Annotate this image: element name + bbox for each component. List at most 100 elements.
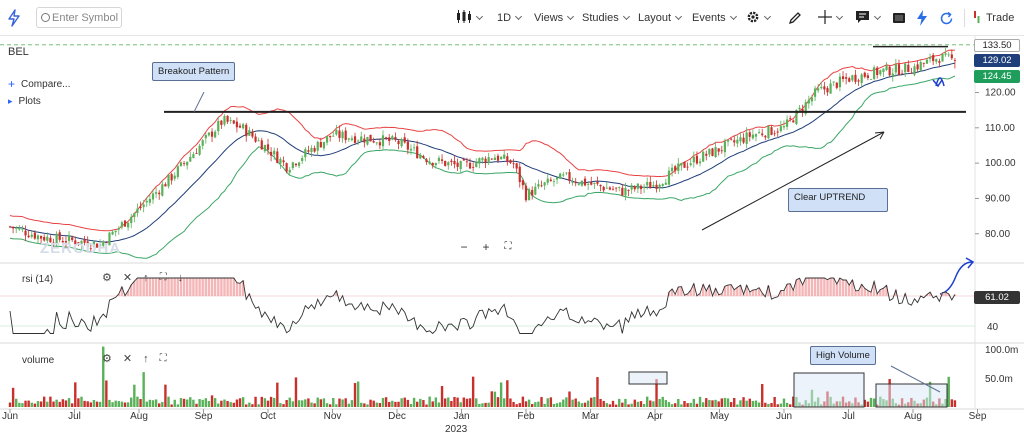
events-menu[interactable]: Events: [692, 0, 737, 36]
volume-bar: [232, 402, 235, 407]
maximize-icon[interactable]: ⛶: [160, 353, 167, 364]
candle-body: [242, 124, 245, 129]
candle-body: [621, 187, 624, 196]
volume-bar: [391, 400, 394, 407]
candle-body: [770, 127, 773, 135]
candle-body: [58, 232, 61, 240]
arrow-up-icon[interactable]: ↑: [143, 353, 149, 365]
candle-body: [30, 234, 33, 237]
chevron-down-icon: [763, 12, 772, 21]
volume-bar: [167, 396, 170, 407]
candle-body: [493, 157, 496, 161]
volume-bar: [145, 401, 148, 407]
volume-bar: [677, 398, 680, 407]
candle-body: [630, 185, 633, 190]
volume-bar: [394, 401, 397, 407]
volume-bar: [540, 397, 543, 407]
candle-body: [742, 137, 745, 143]
volume-bar: [8, 402, 12, 407]
x-tick-label: Sep: [969, 411, 987, 422]
layout-menu[interactable]: Layout: [638, 0, 683, 36]
zoom-out-button[interactable]: −: [456, 240, 472, 254]
candle-body: [223, 116, 226, 125]
crosshair-dropdown[interactable]: [818, 0, 844, 36]
volume-bar: [344, 398, 347, 407]
candle-body: [761, 133, 764, 136]
screenshot-icon[interactable]: [889, 8, 909, 28]
volume-bar: [624, 398, 627, 407]
studies-menu[interactable]: Studies: [582, 0, 630, 36]
trade-button[interactable]: Trade: [972, 0, 1014, 36]
toolbar: 1D Views Studies Layout Events Trade: [0, 0, 1024, 36]
high-price-tag: 133.50: [974, 39, 1020, 52]
volume-bar: [195, 403, 198, 407]
volume-bar: [136, 396, 139, 407]
candle-body: [139, 206, 142, 208]
volume-bar: [363, 403, 366, 407]
symbol-search[interactable]: [36, 7, 122, 28]
volume-bar: [366, 404, 369, 407]
candle-body: [204, 135, 207, 139]
lightning-logo-icon[interactable]: [4, 8, 24, 28]
gear-icon[interactable]: ⚙: [102, 271, 112, 284]
volume-bar: [192, 399, 195, 407]
search-input[interactable]: [52, 11, 118, 24]
candle-body: [835, 82, 838, 88]
arrow-down-icon[interactable]: ↓: [178, 272, 184, 284]
candle-body: [447, 162, 450, 166]
candle-body: [459, 161, 462, 170]
draw-pen-icon[interactable]: [785, 8, 805, 28]
refresh-icon[interactable]: [936, 8, 956, 28]
candle-body: [723, 141, 727, 153]
volume-bar: [512, 401, 515, 407]
interval-dropdown[interactable]: 1D: [497, 0, 523, 36]
candle-body: [154, 192, 158, 194]
views-menu[interactable]: Views: [534, 0, 575, 36]
x-tick-label: Oct: [260, 411, 276, 422]
candle-body: [214, 131, 217, 138]
candle-body: [313, 147, 316, 152]
candle-body: [866, 75, 869, 79]
candle-body: [692, 156, 695, 163]
candle-body: [941, 53, 944, 62]
comment-icon: [855, 10, 870, 27]
volume-bar: [238, 398, 242, 407]
candle-body: [238, 125, 242, 128]
uptrend-callout[interactable]: Clear UPTREND: [788, 188, 888, 212]
studies-label: Studies: [582, 12, 619, 24]
candle-body: [363, 138, 366, 143]
volume-highlight-box: [793, 372, 865, 408]
candle-body: [36, 235, 40, 240]
volume-bar: [80, 396, 83, 407]
comment-dropdown[interactable]: [855, 0, 882, 36]
close-icon[interactable]: ✕: [123, 271, 132, 284]
compare-link[interactable]: + Compare...: [8, 77, 70, 91]
candle-body: [192, 154, 195, 159]
breakout-callout[interactable]: Breakout Pattern: [152, 62, 236, 81]
candle-body: [276, 151, 279, 163]
close-icon[interactable]: ✕: [123, 352, 132, 365]
candle-body: [186, 161, 189, 166]
zoom-in-button[interactable]: +: [478, 240, 494, 254]
volume-bar: [217, 403, 220, 407]
volume-bar: [353, 383, 357, 407]
candle-body: [845, 77, 848, 79]
volume-bar: [754, 400, 758, 407]
volume-highlight-box: [875, 383, 948, 408]
candle-body: [857, 80, 860, 82]
flash-icon[interactable]: [912, 8, 932, 28]
chart-type-dropdown[interactable]: [456, 0, 484, 36]
volume-bar: [493, 391, 497, 407]
arrow-up-icon[interactable]: ↑: [143, 272, 149, 284]
candle-body: [130, 216, 133, 224]
maximize-icon[interactable]: ⛶: [160, 272, 167, 283]
volume-bar: [92, 399, 96, 407]
settings-dropdown[interactable]: [746, 0, 772, 36]
volume-bar: [388, 401, 391, 407]
reset-zoom-button[interactable]: ⛶: [500, 240, 516, 254]
volume-bar: [375, 402, 378, 407]
plots-link[interactable]: ▸ Plots: [8, 96, 41, 107]
high-volume-callout[interactable]: High Volume: [810, 346, 876, 365]
candle-body: [263, 145, 266, 152]
gear-icon[interactable]: ⚙: [102, 352, 112, 365]
